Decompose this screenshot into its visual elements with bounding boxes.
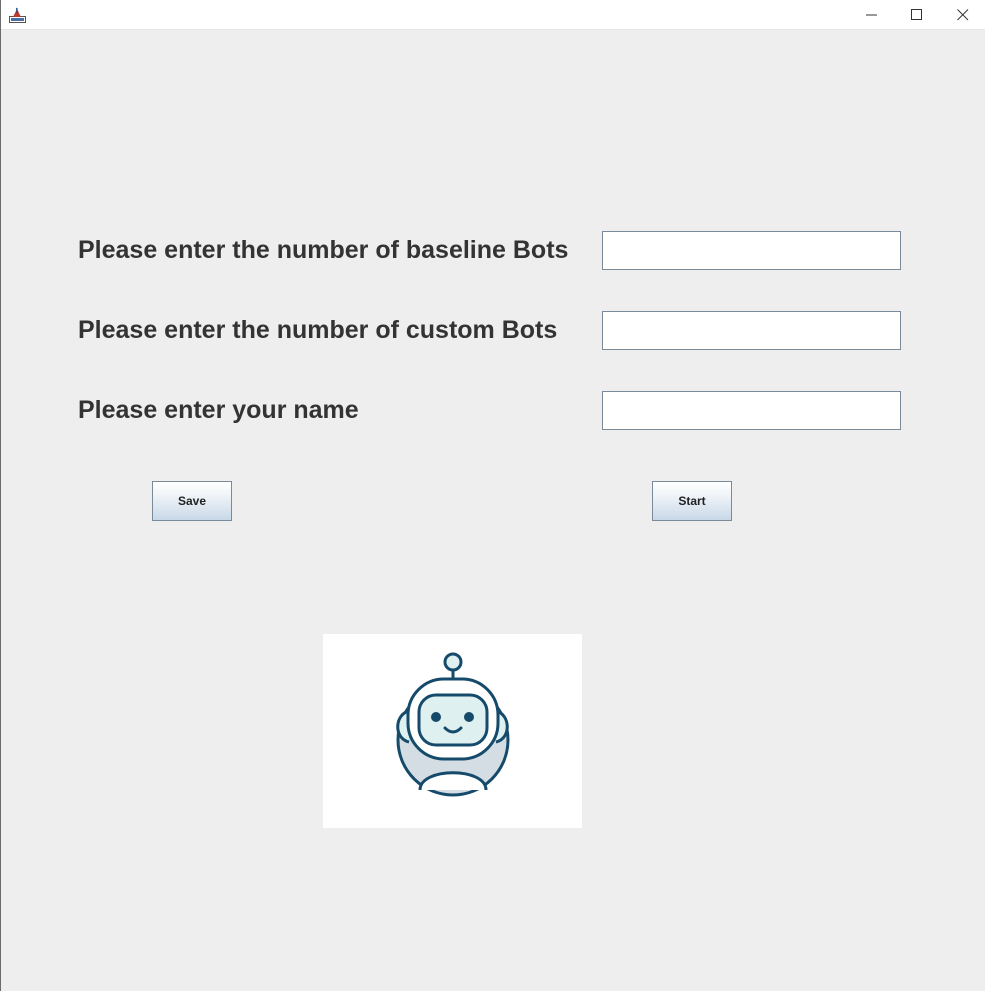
close-button[interactable] [940,0,985,30]
minimize-icon [866,14,877,16]
custom-bots-label: Please enter the number of custom Bots [78,316,558,344]
maximize-button[interactable] [894,0,940,30]
start-button[interactable]: Start [652,481,732,521]
maximize-icon [911,9,922,20]
java-app-icon [9,7,26,23]
app-window: Please enter the number of baseline Bots… [0,0,985,991]
baseline-bots-input[interactable] [602,231,901,270]
name-input[interactable] [602,391,901,430]
baseline-bots-label: Please enter the number of baseline Bots [78,236,569,264]
robot-icon [396,652,510,797]
title-bar [1,0,985,30]
save-button[interactable]: Save [152,481,232,521]
minimize-button[interactable] [849,0,895,30]
custom-bots-input[interactable] [602,311,901,350]
robot-image [323,634,582,828]
close-icon [957,9,969,21]
name-label: Please enter your name [78,396,359,424]
